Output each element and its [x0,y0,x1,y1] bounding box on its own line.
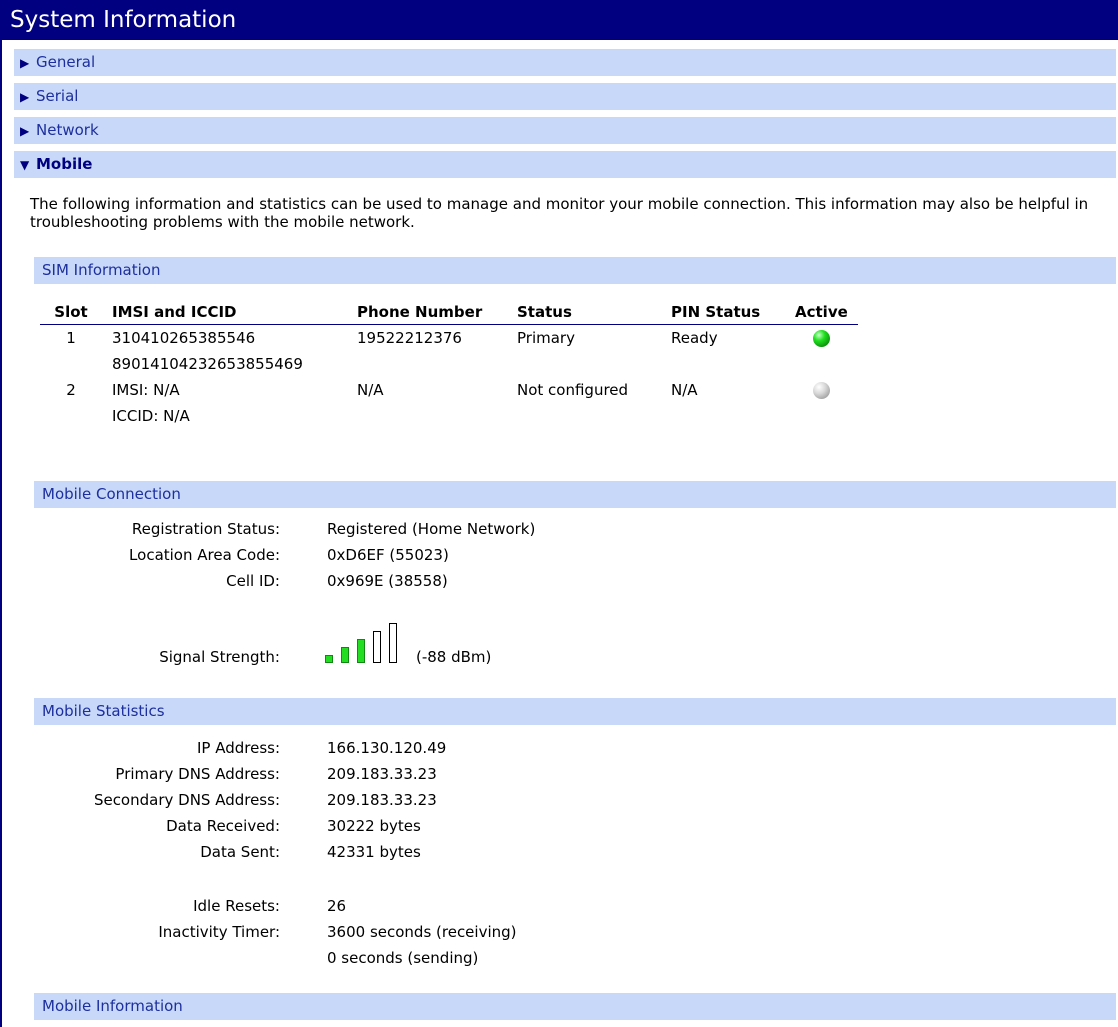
status-cell: Not configured [517,381,629,399]
connection-details: Registration Status: Registered (Home Ne… [0,518,620,618]
table-row: 89014104232653855469 [40,351,858,377]
section-mobile-connection: Mobile Connection [34,481,1116,508]
inactivity-timer-label: Inactivity Timer: [158,923,280,941]
intro-text: The following information and statistics… [30,195,1089,231]
table-row: 1 310410265385546 19522212376 Primary Re… [40,325,858,352]
sim-table-header: Slot IMSI and ICCID Phone Number Status … [40,300,858,325]
sim-table: Slot IMSI and ICCID Phone Number Status … [40,300,858,429]
slot-cell: 1 [66,329,76,347]
section-sim-information: SIM Information [34,257,1116,284]
ip-address-value: 166.130.120.49 [327,739,447,757]
signal-strength-value: (-88 dBm) [416,648,492,666]
caret-down-icon: ▼ [20,158,30,172]
col-imsi-iccid: IMSI and ICCID [102,300,347,325]
phone-cell: 19522212376 [357,329,462,347]
registration-status-label: Registration Status: [131,520,280,538]
section-mobile-statistics: Mobile Statistics [34,698,1116,725]
caret-right-icon: ▶ [20,90,30,104]
location-area-code-label: Location Area Code: [129,546,280,564]
col-active: Active [785,300,858,325]
data-received-label: Data Received: [166,817,280,835]
iccid-cell: ICCID: N/A [112,407,190,425]
accordion-mobile-label: Mobile [36,155,93,173]
page-title: System Information [0,0,1118,40]
accordion-network-label: Network [36,121,99,139]
inactive-indicator-gray-icon [812,382,830,399]
status-cell: Primary [517,329,575,347]
accordion-mobile[interactable]: ▼ Mobile [14,151,1116,178]
secondary-dns-value: 209.183.33.23 [327,791,437,809]
primary-dns-value: 209.183.33.23 [327,765,437,783]
signal-bar [341,647,349,663]
ip-address-label: IP Address: [196,739,280,757]
location-area-code-value: 0xD6EF (55023) [327,546,449,564]
pin-cell: Ready [671,329,718,347]
active-cell [785,325,858,352]
phone-cell: N/A [357,381,384,399]
data-sent-value: 42331 bytes [327,843,421,861]
registration-status-value: Registered (Home Network) [327,520,536,538]
data-received-value: 30222 bytes [327,817,421,835]
inactivity-timer-receiving-value: 3600 seconds (receiving) [327,923,517,941]
col-phone-number: Phone Number [347,300,507,325]
signal-bar [389,623,397,663]
col-status: Status [507,300,661,325]
signal-bar [357,639,365,663]
signal-bar [373,631,381,663]
slot-cell: 2 [66,381,76,399]
idle-resets-label: Idle Resets: [193,897,280,915]
signal-bar [325,655,333,663]
cell-id-value: 0x969E (38558) [327,572,448,590]
signal-strength-bars-icon [325,623,405,663]
accordion-network[interactable]: ▶ Network [14,117,1116,144]
signal-strength-label: Signal Strength: [159,648,280,666]
table-row: 2 IMSI: N/A N/A Not configured N/A [40,377,858,403]
inactivity-timer-sending-value: 0 seconds (sending) [327,949,479,967]
active-cell [785,377,858,403]
caret-right-icon: ▶ [20,56,30,70]
caret-right-icon: ▶ [20,124,30,138]
imsi-cell: IMSI: N/A [112,381,180,399]
accordion-serial[interactable]: ▶ Serial [14,83,1116,110]
accordion-general[interactable]: ▶ General [14,49,1116,76]
secondary-dns-label: Secondary DNS Address: [93,791,280,809]
active-indicator-green-icon [812,330,830,347]
col-slot: Slot [40,300,102,325]
data-sent-label: Data Sent: [200,843,280,861]
table-row: ICCID: N/A [40,403,858,429]
signal-strength-row: Signal Strength: (-88 dBm) [0,646,620,670]
col-pin-status: PIN Status [661,300,785,325]
cell-id-label: Cell ID: [226,572,280,590]
idle-resets-value: 26 [327,897,347,915]
pin-cell: N/A [671,381,698,399]
iccid-cell: 89014104232653855469 [112,355,303,373]
accordion-general-label: General [36,53,96,71]
accordion-serial-label: Serial [36,87,79,105]
section-mobile-information: Mobile Information [34,993,1116,1020]
statistics-details: IP Address: 166.130.120.49 Primary DNS A… [0,737,620,967]
primary-dns-label: Primary DNS Address: [115,765,280,783]
imsi-cell: 310410265385546 [112,329,256,347]
